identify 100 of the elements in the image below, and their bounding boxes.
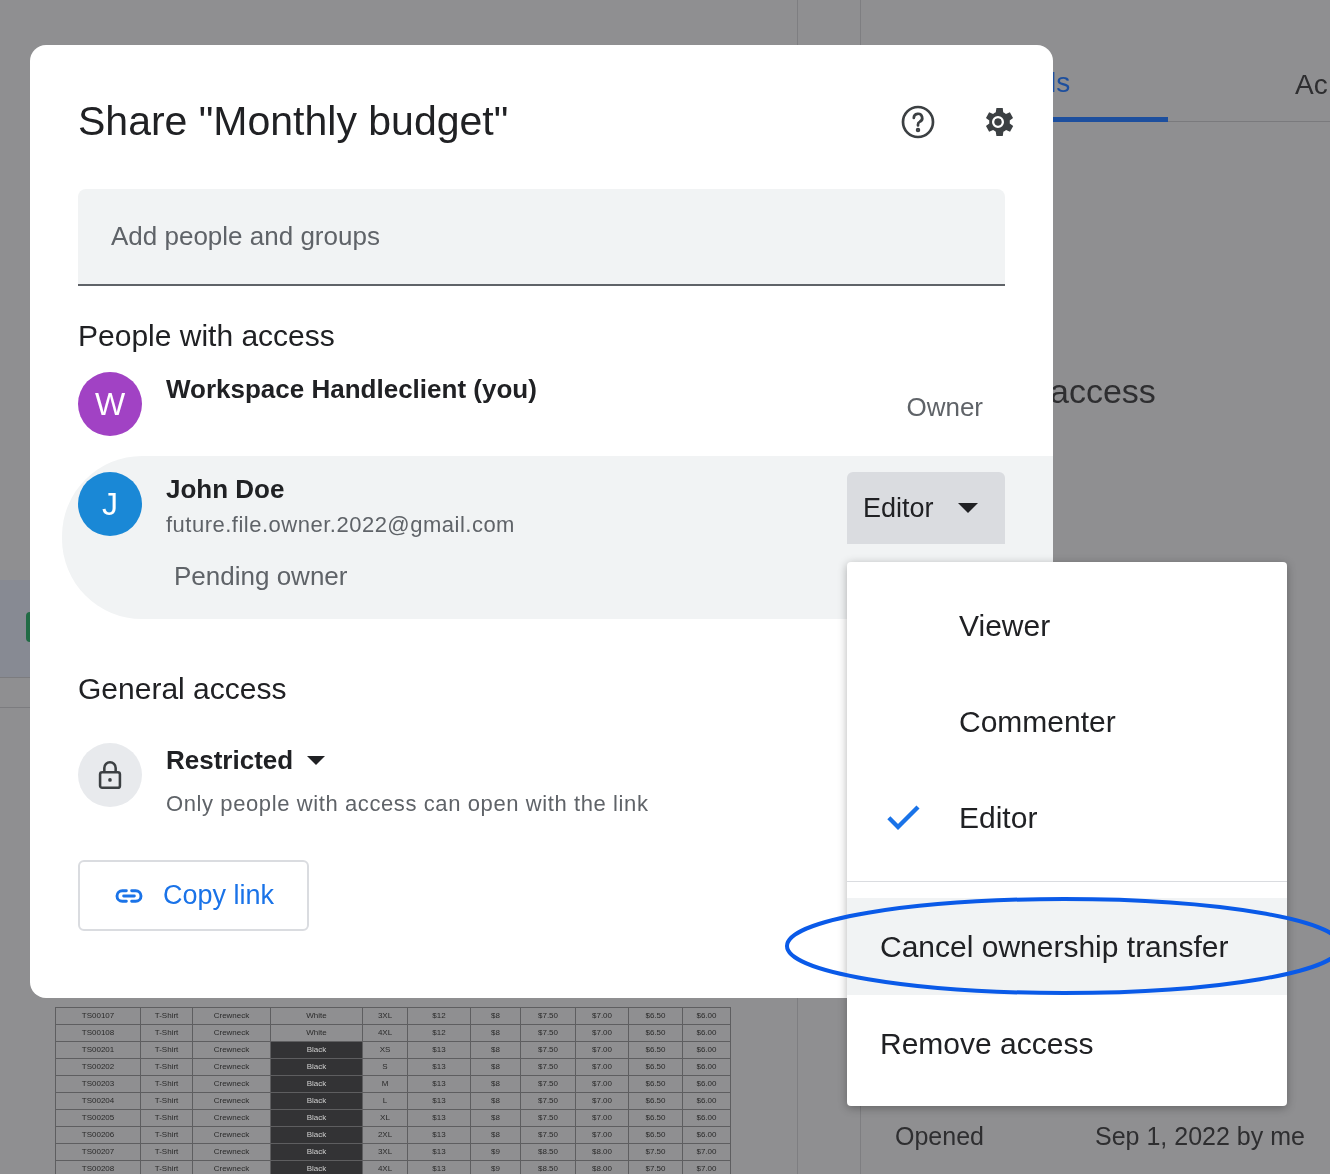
- sheet-cell: $13: [407, 1075, 471, 1093]
- access-description: Only people with access can open with the link: [166, 790, 649, 818]
- sheet-cell: S: [362, 1058, 408, 1076]
- sheet-cell: $13: [407, 1041, 471, 1059]
- sheet-cell: $6.50: [628, 1075, 683, 1093]
- sheet-cell: $12: [407, 1007, 471, 1025]
- sheet-cell: $13: [407, 1092, 471, 1110]
- sheet-cell: $6.00: [682, 1058, 731, 1076]
- sheet-cell: TS00108: [55, 1024, 141, 1042]
- menu-item[interactable]: Viewer: [847, 577, 1287, 673]
- role-dropdown[interactable]: Editor: [847, 472, 1005, 544]
- sheet-cell: TS00204: [55, 1092, 141, 1110]
- menu-item-label: Editor: [959, 799, 1038, 836]
- sheet-cell: $7.50: [628, 1143, 683, 1161]
- sheet-cell: $7.00: [575, 1041, 629, 1059]
- sheet-cell: $6.50: [628, 1126, 683, 1144]
- menu-item-label: Commenter: [959, 703, 1116, 740]
- menu-item[interactable]: Editor: [847, 769, 1287, 865]
- sheet-cell: Crewneck: [192, 1092, 271, 1110]
- sheet-cell: Crewneck: [192, 1007, 271, 1025]
- sheet-cell: Crewneck: [192, 1126, 271, 1144]
- sheet-cell: $6.50: [628, 1007, 683, 1025]
- sheet-cell: $6.00: [682, 1126, 731, 1144]
- panel-tab[interactable]: Ac: [1168, 48, 1330, 122]
- sheet-cell: $8.50: [520, 1143, 576, 1161]
- sheet-cell: $7.50: [520, 1092, 576, 1110]
- sheet-cell: $6.00: [682, 1092, 731, 1110]
- sheet-cell: $12: [407, 1024, 471, 1042]
- sheet-cell: $7.00: [575, 1007, 629, 1025]
- sheet-cell: T-Shirt: [140, 1109, 193, 1127]
- sheet-cell: $6.50: [628, 1024, 683, 1042]
- sheet-cell: $7.00: [575, 1126, 629, 1144]
- access-dropdown[interactable]: Restricted: [166, 743, 649, 777]
- sheet-cell: $8: [470, 1075, 521, 1093]
- sheet-cell: L: [362, 1092, 408, 1110]
- sheet-cell: Crewneck: [192, 1109, 271, 1127]
- sheet-cell: Crewneck: [192, 1024, 271, 1042]
- sheet-cell: $7.00: [682, 1143, 731, 1161]
- sheet-cell: T-Shirt: [140, 1058, 193, 1076]
- person-email: future.file.owner.2022@gmail.com: [166, 511, 516, 539]
- sheet-cell: $8: [470, 1126, 521, 1144]
- add-people-field[interactable]: Add people and groups: [78, 189, 1005, 286]
- sheet-cell: 2XL: [362, 1126, 408, 1144]
- section-heading: access: [1050, 371, 1156, 412]
- sheet-cell: $13: [407, 1143, 471, 1161]
- sheet-cell: XS: [362, 1041, 408, 1059]
- sheet-cell: $7.00: [575, 1024, 629, 1042]
- dialog-title: Share "Monthly budget": [78, 97, 510, 147]
- sheet-cell: $7.00: [575, 1058, 629, 1076]
- sheet-cell: Crewneck: [192, 1075, 271, 1093]
- sheet-cell: $6.50: [628, 1092, 683, 1110]
- sheet-cell: White: [270, 1024, 363, 1042]
- sheet-cell: 3XL: [362, 1007, 408, 1025]
- sheet-cell: $7.50: [520, 1041, 576, 1059]
- menu-item[interactable]: Cancel ownership transfer: [847, 898, 1287, 995]
- sheet-cell: $13: [407, 1058, 471, 1076]
- caret-icon: [957, 503, 978, 513]
- menu-item[interactable]: Commenter: [847, 673, 1287, 769]
- section-heading: People with access: [78, 318, 336, 354]
- sheet-cell: $8: [470, 1058, 521, 1076]
- menu-item[interactable]: Remove access: [847, 995, 1287, 1092]
- menu-item-label: Viewer: [959, 607, 1051, 644]
- sheet-cell: M: [362, 1075, 408, 1093]
- sheet-cell: $7.00: [575, 1092, 629, 1110]
- sheet-cell: $7.00: [575, 1109, 629, 1127]
- sheet-cell: $6.50: [628, 1041, 683, 1059]
- sheet-cell: 4XL: [362, 1024, 408, 1042]
- person-name: John Doe: [166, 473, 286, 505]
- sheet-cell: XL: [362, 1109, 408, 1127]
- detail-label: Opened: [895, 1121, 985, 1152]
- sheet-cell: $7.50: [520, 1007, 576, 1025]
- sheet-cell: 3XL: [362, 1143, 408, 1161]
- person-name: Workspace Handleclient (you): [166, 373, 538, 405]
- role-label: Owner: [906, 391, 983, 424]
- sheet-cell: White: [270, 1007, 363, 1025]
- sheet-cell: TS00203: [55, 1075, 141, 1093]
- sheet-cell: T-Shirt: [140, 1126, 193, 1144]
- sheet-cell: T-Shirt: [140, 1092, 193, 1110]
- copy-link-button[interactable]: Copy link: [78, 860, 309, 931]
- sheet-cell: $6.00: [682, 1007, 731, 1025]
- sheet-cell: $6.00: [682, 1024, 731, 1042]
- sheet-cell: Crewneck: [192, 1058, 271, 1076]
- sheet-cell: TS00201: [55, 1041, 141, 1059]
- sheet-cell: T-Shirt: [140, 1041, 193, 1059]
- sheet-cell: $6.00: [682, 1075, 731, 1093]
- sheet-cell: TS00206: [55, 1126, 141, 1144]
- sheet-cell: $7.50: [520, 1024, 576, 1042]
- sheet-cell: $7.50: [520, 1058, 576, 1076]
- sheet-cell: $7.00: [575, 1075, 629, 1093]
- sheet-cell: T-Shirt: [140, 1143, 193, 1161]
- sheet-cell: $6.50: [628, 1109, 683, 1127]
- sheet-cell: $6.50: [628, 1058, 683, 1076]
- sheet-cell: $8.00: [575, 1143, 629, 1161]
- sheet-cell: $8: [470, 1092, 521, 1110]
- help-icon[interactable]: [900, 104, 936, 140]
- section-heading: General access: [78, 671, 288, 707]
- sheet-cell: TS00205: [55, 1109, 141, 1127]
- detail-value: Sep 1, 2022 by me: [1095, 1121, 1305, 1152]
- sheet-cell: TS00207: [55, 1143, 141, 1161]
- sheet-cell: $8: [470, 1024, 521, 1042]
